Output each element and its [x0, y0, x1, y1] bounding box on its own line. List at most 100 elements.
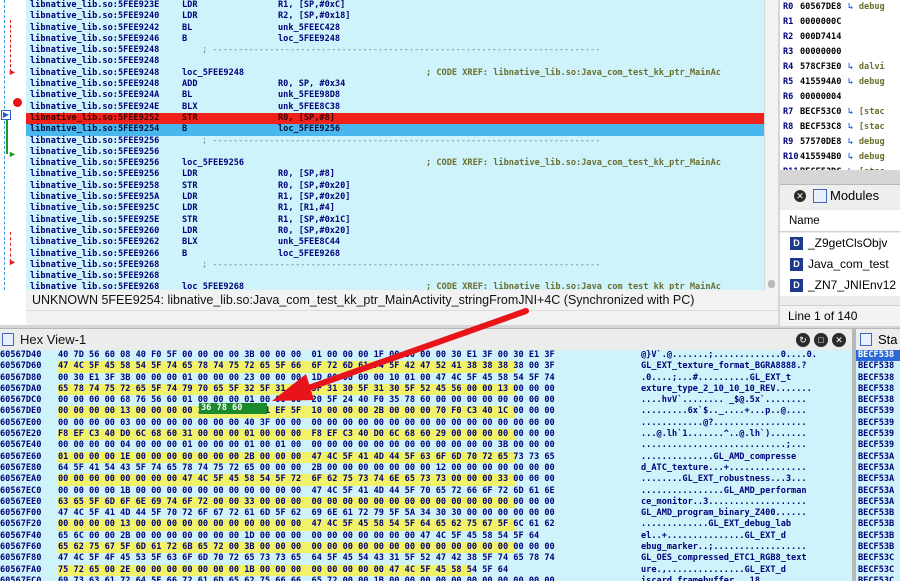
disasm-row[interactable]: libnative_lib.so:5FEE925C LDR R1, [R1,#4]: [26, 203, 764, 214]
horizontal-scrollbar[interactable]: [26, 310, 778, 325]
register-row[interactable]: R3 00000000: [780, 45, 900, 60]
module-item[interactable]: D Java_com_test: [780, 254, 900, 275]
close-icon[interactable]: ✕: [794, 190, 806, 202]
hex-row[interactable]: 60567E80 64 5F 41 54 43 5F 74 65 78 74 75…: [0, 463, 852, 474]
hex-row[interactable]: 60567F40 65 6C 00 00 2B 00 00 00 00 00 00…: [0, 531, 852, 542]
hex-row[interactable]: 60567F60 65 62 75 67 5F 6D 61 72 6B 65 72…: [0, 542, 852, 554]
close-icon[interactable]: ✕: [832, 333, 846, 347]
stack-row[interactable]: BECF53B: [856, 519, 900, 530]
hex-row[interactable]: 60567D40 40 7D 56 60 08 40 F0 5F 00 00 00…: [0, 350, 852, 361]
disasm-row[interactable]: libnative_lib.so:5FEE925E STR R1, [SP,#0x1…: [26, 215, 764, 226]
stack-row[interactable]: BECF53A: [856, 452, 900, 463]
hex-row[interactable]: 60567EA0 00 00 00 00 00 00 00 00 47 4C 5F…: [0, 474, 852, 486]
register-row[interactable]: R0 60567DE8 ↳ debug: [780, 0, 900, 15]
restore-icon[interactable]: ↻: [796, 333, 810, 347]
stack-row[interactable]: BECF538: [856, 373, 900, 384]
disasm-row[interactable]: libnative_lib.so:5FEE9258 STR R0, [SP,#0x2…: [26, 181, 764, 192]
disasm-mnemonic: LDR: [182, 203, 198, 214]
vertical-scrollbar[interactable]: [764, 0, 778, 290]
disasm-row[interactable]: libnative_lib.so:5FEE9248 loc_5FEE9248 ; C…: [26, 68, 764, 79]
hex-view-title[interactable]: Hex View-1: [20, 329, 86, 351]
hex-row[interactable]: 60567FC0 69 73 63 61 72 64 5F 66 72 61 6D…: [0, 576, 852, 581]
disasm-row[interactable]: libnative_lib.so:5FEE9248 ; -------------…: [26, 45, 764, 56]
stack-row[interactable]: BECF53B: [856, 542, 900, 553]
hex-row[interactable]: 60567EC0 00 00 00 00 1B 00 00 00 00 00 00…: [0, 486, 852, 497]
breakpoint-row[interactable]: libnative_lib.so:5FEE9252 STR R0, [SP,#8]: [26, 112, 764, 125]
stack-row[interactable]: BECF538: [856, 361, 900, 372]
disasm-addr: libnative_lib.so:5FEE925C: [30, 203, 160, 214]
register-row[interactable]: R7 BECF53C0 ↳ [stac: [780, 105, 900, 120]
register-row[interactable]: R5 415594A0 ↳ debug: [780, 75, 900, 90]
disasm-row[interactable]: libnative_lib.so:5FEE9256 ; -------------…: [26, 136, 764, 147]
disasm-row[interactable]: libnative_lib.so:5FEE9256 LDR R0, [SP,#8]: [26, 169, 764, 180]
register-row[interactable]: R1 0000000C: [780, 15, 900, 30]
current-instruction-row[interactable]: libnative_lib.so:5FEE9254 Bloc_5FEE9256: [26, 124, 764, 136]
hex-row[interactable]: 60567FA0 75 72 65 00 2E 00 00 00 00 00 00…: [0, 564, 852, 576]
disasm-row[interactable]: libnative_lib.so:5FEE9248: [26, 56, 764, 67]
hex-row[interactable]: 60567F80 47 4C 5F 4F 45 53 5F 63 6F 6D 70…: [0, 553, 852, 564]
hex-ascii: ............@?..................: [641, 417, 807, 428]
register-row[interactable]: R11BECF53DC↳ [stac: [780, 165, 900, 170]
stack-row[interactable]: BECF53B: [856, 508, 900, 519]
register-row[interactable]: R10415594B0 ↳ debug: [780, 150, 900, 165]
stack-row[interactable]: BECF538: [856, 350, 900, 362]
disasm-row[interactable]: libnative_lib.so:5FEE9266 Bloc_5FEE9268: [26, 249, 764, 260]
hex-row[interactable]: 60567EE0 63 65 5F 6D 6F 6E 69 74 6F 72 00…: [0, 496, 852, 509]
module-item[interactable]: D _Z9getClsObjv: [780, 233, 900, 254]
stack-row[interactable]: BECF53C: [856, 565, 900, 576]
hex-row[interactable]: 60567E40 00 00 00 00 04 00 00 00 01 00 00…: [0, 440, 852, 451]
disasm-row[interactable]: libnative_lib.so:5FEE9268 loc_5FEE9268 ; C…: [26, 282, 764, 290]
disasm-row[interactable]: libnative_lib.so:5FEE924E BLX unk_5FEE8C38: [26, 102, 764, 113]
maximize-icon[interactable]: □: [814, 333, 828, 347]
stack-row[interactable]: BECF53A: [856, 497, 900, 508]
disasm-row[interactable]: libnative_lib.so:5FEE9242 BL unk_5FEEC428: [26, 23, 764, 34]
disasm-row[interactable]: libnative_lib.so:5FEE923E LDR R1, [SP,#0xC…: [26, 0, 764, 11]
hex-row[interactable]: 60567D80 00 30 E1 3F 3B 00 00 00 01 00 00…: [0, 373, 852, 384]
stack-row[interactable]: BECF539: [856, 440, 900, 451]
stack-row[interactable]: BECF539: [856, 406, 900, 417]
stack-row[interactable]: BECF53C: [856, 576, 900, 581]
stack-view[interactable]: BECF538 BECF538 BECF538 BECF538 BECF538 BECF5…: [856, 350, 900, 581]
register-row[interactable]: R8 BECF53C8 ↳ [stac: [780, 120, 900, 135]
hex-dump[interactable]: 60567D40 40 7D 56 60 08 40 F0 5F 00 00 00…: [0, 350, 852, 581]
hex-row[interactable]: 60567F00 47 4C 5F 41 4D 44 5F 70 72 6F 67…: [0, 508, 852, 519]
stack-row[interactable]: BECF539: [856, 418, 900, 429]
hex-row[interactable]: 60567E60 01 00 00 00 1E 00 00 00 00 00 00…: [0, 451, 852, 463]
stack-row[interactable]: BECF53C: [856, 553, 900, 564]
register-row[interactable]: R6 00000004: [780, 90, 900, 105]
breakpoint-icon[interactable]: [13, 98, 22, 107]
stack-row[interactable]: BECF53A: [856, 463, 900, 474]
hex-row[interactable]: 60567E00 00 00 00 00 03 00 00 00 00 00 00…: [0, 418, 852, 429]
disasm-row[interactable]: libnative_lib.so:5FEE9256 loc_5FEE9256 ; C…: [26, 158, 764, 169]
disasm-row[interactable]: libnative_lib.so:5FEE9262 BLX unk_5FEE8C44: [26, 237, 764, 248]
module-item[interactable]: D _ZN7_JNIEnv12: [780, 275, 900, 296]
stack-row[interactable]: BECF53B: [856, 531, 900, 542]
hex-row[interactable]: 60567DC0 00 00 00 00 68 76 56 60 01 00 00…: [0, 395, 852, 406]
disasm-row[interactable]: libnative_lib.so:5FEE9246 Bloc_5FEE9248: [26, 34, 764, 45]
disasm-row[interactable]: libnative_lib.so:5FEE9260 LDR R0, [SP,#0x2…: [26, 226, 764, 237]
stack-row[interactable]: BECF53A: [856, 474, 900, 485]
hex-row[interactable]: 60567E20 F8 EF C3 40 D0 6C 68 60 31 00 00…: [0, 429, 852, 441]
register-row[interactable]: R4 578CF3E0 ↳ dalvi: [780, 60, 900, 75]
disasm-row[interactable]: libnative_lib.so:5FEE9268 ; -------------…: [26, 260, 764, 271]
column-header-name[interactable]: Name: [780, 210, 900, 232]
stack-row[interactable]: BECF539: [856, 429, 900, 440]
hex-row[interactable]: 60567DE0 00 00 00 00 13 00 00 00 00 36 78…: [0, 406, 852, 418]
register-row[interactable]: R9 57570DE8 ↳ debug: [780, 135, 900, 150]
register-row[interactable]: R2 000D7414: [780, 30, 900, 45]
stack-row[interactable]: BECF53A: [856, 486, 900, 497]
hex-row[interactable]: 60567F20 00 00 00 00 13 00 00 00 00 00 00…: [0, 519, 852, 531]
stack-row[interactable]: BECF538: [856, 395, 900, 406]
hex-row[interactable]: 60567DA0 65 78 74 75 72 65 5F 74 79 70 65…: [0, 383, 852, 396]
stack-row[interactable]: BECF538: [856, 384, 900, 395]
disasm-row[interactable]: libnative_lib.so:5FEE9248 ADD R0, SP, #0x3…: [26, 79, 764, 90]
stack-view-title[interactable]: Sta: [878, 329, 898, 351]
disasm-row[interactable]: libnative_lib.so:5FEE9268: [26, 271, 764, 282]
disassembly-listing[interactable]: libnative_lib.so:5FEE923E LDR R1, [SP,#0xC…: [26, 0, 764, 290]
disasm-row[interactable]: libnative_lib.so:5FEE9240 LDR R2, [SP,#0x1…: [26, 11, 764, 22]
hex-row[interactable]: 60567D60 47 4C 5F 45 58 54 5F 74 65 78 74…: [0, 361, 852, 373]
disasm-row[interactable]: libnative_lib.so:5FEE925A LDR R1, [SP,#0x2…: [26, 192, 764, 203]
scroll-thumb[interactable]: [768, 280, 775, 288]
disasm-row[interactable]: libnative_lib.so:5FEE9256: [26, 147, 764, 158]
disasm-row[interactable]: libnative_lib.so:5FEE924A BL unk_5FEE98D8: [26, 90, 764, 101]
